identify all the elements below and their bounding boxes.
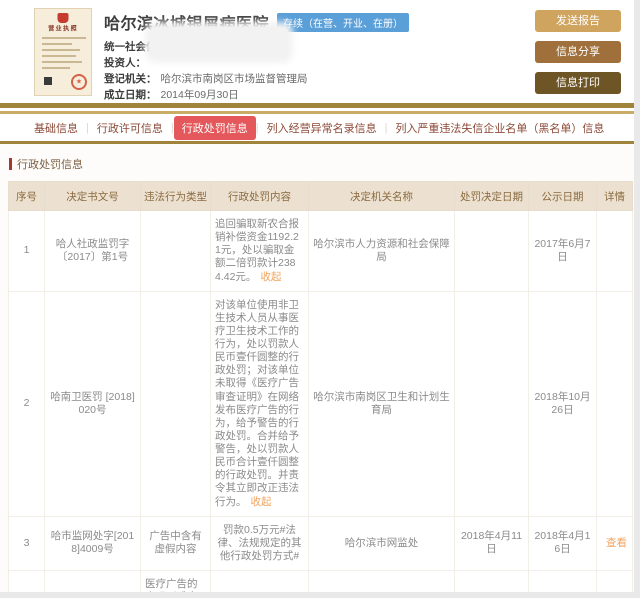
cell-publish-date: 2018年10月26日 [528, 290, 597, 517]
cell-decision-date [454, 210, 529, 292]
column-header: 序号 [8, 181, 45, 211]
cell-violation-type [140, 210, 211, 292]
cell-publish-date: 2018年4月16日 [528, 515, 597, 572]
cell-doc-no: 哈人社政监罚字〔2017〕第1号 [44, 210, 141, 292]
collapse-link[interactable]: 收起 [260, 271, 281, 283]
license-text-line [42, 55, 76, 57]
cell-no: 2 [8, 290, 45, 517]
table-row: 2 哈南卫医罚 [2018] 020号 对该单位使用非卫生技术人员从事医疗卫生技术工… [8, 290, 633, 517]
header-row: 序号 决定书文号 违法行为类型 行政处罚内容 决定机关名称 处罚决定日期 公示日期 详情 [8, 181, 633, 211]
cell-violation-type [140, 290, 211, 517]
cell-doc-no: 哈南卫医罚 [2018] 020号 [44, 290, 141, 517]
red-seal-icon [71, 74, 87, 90]
cell-authority: 哈尔滨市人力资源和社会保障局 [308, 210, 455, 292]
table-row: 1 哈人社政监罚字〔2017〕第1号 追回骗取新农合报销补偿资金1192.21元，处… [8, 210, 633, 292]
cell-publish-date: 2017年6月7日 [528, 210, 597, 292]
table-row: 4哈市监网处字[2016]8号医疗广告的表现形式含有利用患者、卫生技术人员、医学… [8, 570, 633, 592]
tab-1[interactable]: 行政许可信息 [89, 116, 171, 140]
license-text-line [42, 67, 70, 69]
section-title-text: 行政处罚信息 [17, 159, 83, 171]
company-header: 营业执照 哈尔滨冰城银屑病医院 存续（在营、开业、在册） 统一社会信用代码： [0, 0, 634, 103]
cell-penalty-content: 罚款1.0万元# [210, 570, 309, 592]
cell-decision-date [454, 290, 529, 517]
cell-detail [596, 210, 633, 292]
send-report-button[interactable]: 发送报告 [535, 10, 621, 32]
tab-0[interactable]: 基础信息 [26, 116, 86, 140]
collapse-link[interactable]: 收起 [251, 496, 272, 508]
national-emblem-icon [57, 13, 69, 23]
table-row: 3 哈市监网处字[2018]4009号 广告中含有虚假内容 罚款0.5万元#法律、法规… [8, 515, 633, 572]
cell-detail [596, 290, 633, 517]
content-area: 行政处罚信息 序号 决定书文号 违法行为类型 行政处罚内容 决定机关名称 处罚决定日期 公示… [0, 144, 634, 592]
cell-no: 1 [8, 210, 45, 292]
redacted-values-blur [150, 27, 288, 58]
license-text-line [42, 37, 86, 39]
tab-bar: 基础信息 | 行政许可信息 | 行政处罚信息 | 列入经营异常名录信息 | 列入严重违法失信企业… [0, 114, 634, 141]
cell-penalty-content: 对该单位使用非卫生技术人员从事医疗卫生技术工作的行为，处以罚款人民币壹仟圆整的行… [210, 290, 309, 517]
penalty-table-head: 序号 决定书文号 违法行为类型 行政处罚内容 决定机关名称 处罚决定日期 公示日期 详情 [8, 181, 633, 211]
status-badge: 存续（在营、开业、在册） [277, 12, 410, 32]
cell-authority: 哈尔滨市网监处 [308, 515, 455, 572]
section-title-bar [9, 158, 12, 170]
cell-penalty-content: 罚款0.5万元#法律、法规规定的其他行政处罚方式# [210, 515, 309, 572]
column-header: 违法行为类型 [140, 181, 211, 211]
header-actions: 发送报告 信息分享 信息打印 [535, 10, 621, 103]
info-print-button[interactable]: 信息打印 [535, 72, 621, 94]
cell-no: 3 [8, 515, 45, 572]
cell-decision-date: 2016年12月15日 [454, 570, 529, 592]
penalty-table-body: 1 哈人社政监罚字〔2017〕第1号 追回骗取新农合报销补偿资金1192.21元，处… [8, 210, 633, 592]
tab-4[interactable]: 列入严重违法失信企业名单（黑名单）信息 [387, 116, 612, 140]
section-title: 行政处罚信息 [8, 144, 626, 181]
cell-violation-type: 医疗广告的表现形式含有利用患者、卫生技术人员、医学教育科研机...更多 [140, 570, 211, 592]
cell-decision-date: 2018年4月11日 [454, 515, 529, 572]
cell-detail: 查看 [596, 570, 633, 592]
cell-doc-no: 哈市监网处字[2018]4009号 [44, 515, 141, 572]
cell-penalty-content: 追回骗取新农合报销补偿资金1192.21元，处以骗取金额二倍罚款计2384.42… [210, 210, 309, 292]
penalty-table: 序号 决定书文号 违法行为类型 行政处罚内容 决定机关名称 处罚决定日期 公示日期 详情 1哈… [8, 181, 633, 592]
field-establish-date: 成立日期： 2014年09月30日 [104, 89, 239, 101]
column-header: 详情 [596, 181, 633, 211]
business-license-thumbnail[interactable]: 营业执照 [34, 8, 92, 96]
license-text-line [42, 61, 82, 63]
cell-publish-date: 2017年6月22日 [528, 570, 597, 592]
column-header: 行政处罚内容 [210, 181, 309, 211]
cell-doc-no: 哈市监网处字[2016]8号 [44, 570, 141, 592]
cell-authority: 哈尔滨市南岗区卫生和计划生育局 [308, 290, 455, 517]
column-header: 公示日期 [528, 181, 597, 211]
column-header: 处罚决定日期 [454, 181, 529, 211]
license-title: 营业执照 [48, 25, 78, 33]
cell-detail: 查看 [596, 515, 633, 572]
cell-violation-type: 广告中含有虚假内容 [140, 515, 211, 572]
cell-authority: 哈尔滨市网监处 [308, 570, 455, 592]
license-text-line [42, 43, 72, 45]
column-header: 决定书文号 [44, 181, 141, 211]
field-registration-authority: 登记机关： 哈尔滨市南岗区市场监督管理局 [104, 73, 308, 85]
view-detail-link[interactable]: 查看 [606, 537, 627, 549]
tab-3[interactable]: 列入经营异常名录信息 [259, 116, 385, 140]
column-header: 决定机关名称 [308, 181, 455, 211]
license-text-line [42, 49, 80, 51]
tab-2[interactable]: 行政处罚信息 [173, 115, 256, 140]
cell-no: 4 [8, 570, 45, 592]
info-share-button[interactable]: 信息分享 [535, 41, 621, 63]
qr-code-icon [42, 75, 54, 87]
page-card: 营业执照 哈尔滨冰城银屑病医院 存续（在营、开业、在册） 统一社会信用代码： [0, 0, 634, 592]
